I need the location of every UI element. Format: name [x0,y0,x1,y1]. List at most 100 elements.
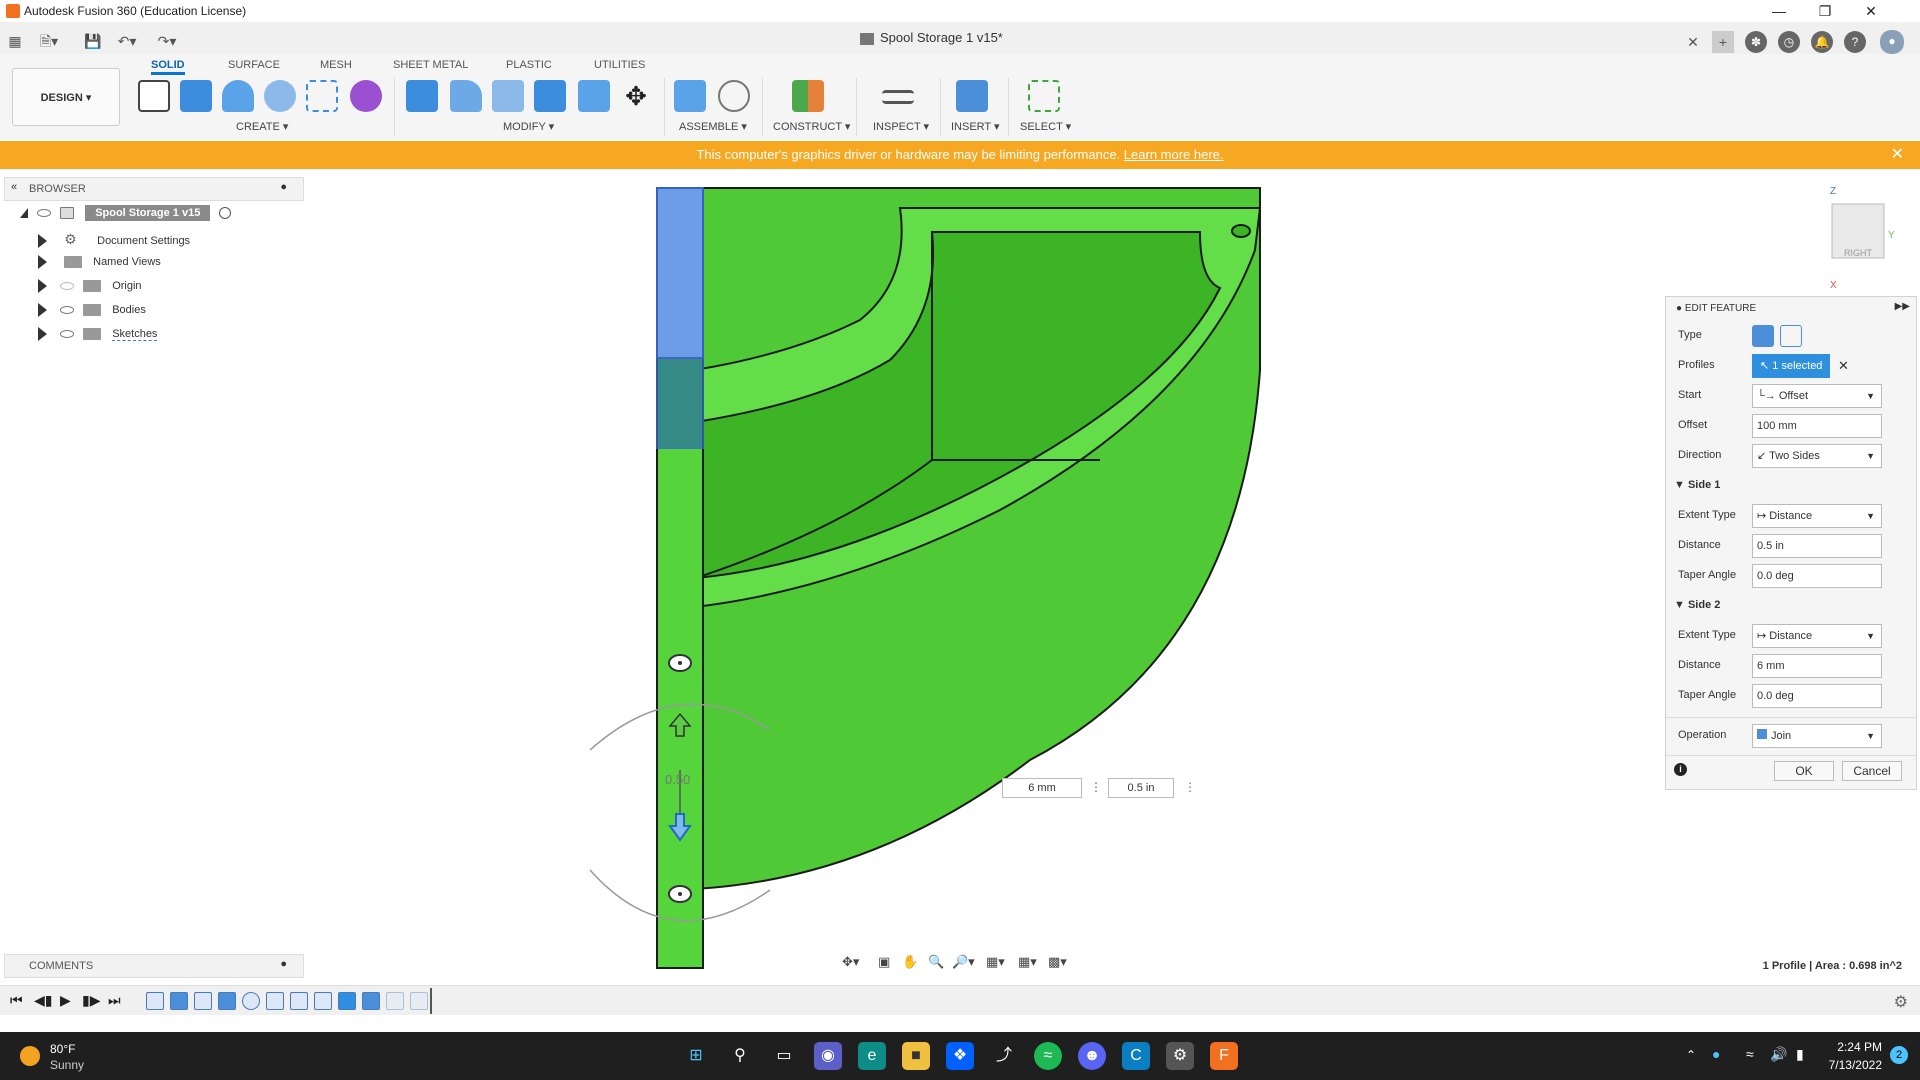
side1-extent-select[interactable]: ↦ Distance ▼ [1752,504,1882,528]
timeline-suppressed-feature[interactable] [410,992,428,1010]
user-avatar-icon[interactable]: ● [1880,30,1904,54]
tree-item-bodies[interactable]: Bodies [38,303,146,325]
close-window-button[interactable]: ✕ [1848,0,1894,22]
redo-icon[interactable]: ↷▾ [156,30,178,52]
tree-item-document-settings[interactable]: ⚙ Document Settings [38,231,190,253]
notification-badge[interactable]: 2 [1890,1046,1908,1064]
timeline-settings-gear-icon[interactable]: ⚙ [1894,992,1908,1012]
timeline-extrude-feature[interactable] [362,992,380,1010]
close-tab-icon[interactable]: ✕ [1682,31,1704,53]
tab-sheet-metal[interactable]: SHEET METAL [393,59,468,75]
fit-icon[interactable]: 🔎▾ [952,954,975,970]
learn-more-link[interactable]: Learn more here. [1124,147,1224,162]
side1-distance-input[interactable]: 0.5 in [1752,534,1882,558]
tab-surface[interactable]: SURFACE [228,59,280,75]
form-icon[interactable] [350,80,382,112]
insert-menu[interactable]: INSERT ▾ [951,120,1000,133]
expand-icon[interactable] [38,234,47,249]
weather-sun-icon[interactable] [20,1046,40,1066]
canvas-distance-input-2[interactable]: 0.5 in [1108,778,1174,798]
microphone-icon[interactable]: ● [1712,1046,1720,1062]
tab-utilities[interactable]: UTILITIES [594,59,645,75]
minimize-button[interactable]: — [1756,0,1802,22]
shell-icon[interactable] [534,80,566,112]
look-at-icon[interactable]: ▣ [878,954,890,970]
inspect-menu[interactable]: INSPECT ▾ [873,120,929,133]
timeline-suppressed-feature[interactable] [386,992,404,1010]
new-tab-icon[interactable]: + [1712,31,1734,53]
workspace-design-button[interactable]: DESIGN ▾ [12,68,120,126]
ok-button[interactable]: OK [1774,761,1834,781]
side2-extent-select[interactable]: ↦ Distance ▼ [1752,624,1882,648]
timeline-sketch-feature[interactable] [194,992,212,1010]
hole-icon[interactable] [264,80,296,112]
dropbox-icon[interactable]: ❖ [946,1042,974,1070]
profiles-selection-button[interactable]: ↖ 1 selected [1752,354,1830,378]
weather-desc[interactable]: Sunny [50,1058,84,1072]
direction-select[interactable]: ↙ Two Sides ▼ [1752,444,1882,468]
timeline-extrude-feature[interactable] [170,992,188,1010]
modify-menu[interactable]: MODIFY ▾ [503,120,554,133]
orbit-icon[interactable]: ✥▾ [842,954,859,970]
root-component-label[interactable]: Spool Storage 1 v15 [85,205,211,221]
spotify-icon[interactable]: ≈ [1034,1042,1062,1070]
viewports-icon[interactable]: ▩▾ [1048,954,1067,970]
wifi-icon[interactable]: ≈ [1746,1046,1754,1062]
side1-taper-input[interactable]: 0.0 deg [1752,564,1882,588]
info-icon[interactable]: i [1674,763,1687,776]
select-menu[interactable]: SELECT ▾ [1020,120,1071,133]
select-icon[interactable] [1028,80,1060,112]
hidden-eye-icon[interactable] [60,282,75,290]
visibility-eye-icon[interactable] [60,330,75,338]
step-forward-icon[interactable]: ▮▶ [82,992,100,1009]
visibility-eye-icon[interactable] [37,209,52,218]
file-menu-icon[interactable]: 🗎▾ [38,30,60,52]
pattern-icon[interactable] [306,80,338,112]
start-select[interactable]: └→ Offset ▼ [1752,384,1882,408]
search-icon[interactable]: ⚲ [726,1042,754,1070]
combine-icon[interactable] [578,80,610,112]
side2-distance-input[interactable]: 6 mm [1752,654,1882,678]
clear-selection-icon[interactable]: ✕ [1838,358,1849,374]
extrude-icon[interactable] [180,80,212,112]
more-options-icon[interactable]: ⋮ [1090,780,1102,794]
insert-image-icon[interactable] [956,80,988,112]
settings-gear-icon[interactable]: ⚙ [1166,1042,1194,1070]
extensions-icon[interactable]: ✽ [1745,31,1767,53]
timeline-shell-feature[interactable] [290,992,308,1010]
task-view-icon[interactable]: ▭ [770,1042,798,1070]
notifications-icon[interactable]: 🔔 [1811,31,1833,53]
close-warning-icon[interactable]: ✕ [1891,141,1904,169]
zoom-icon[interactable]: 🔍 [928,954,944,970]
timeline-active-extrude-feature[interactable] [338,992,356,1010]
chamfer-icon[interactable] [492,80,524,112]
move-copy-icon[interactable]: ✥ [620,80,652,112]
measure-icon[interactable] [882,90,914,104]
browser-options-icon[interactable]: ● [280,181,287,193]
help-icon[interactable]: ? [1844,31,1866,53]
tab-plastic[interactable]: PLASTIC [506,59,552,75]
grid-settings-icon[interactable]: ▦▾ [1018,954,1037,970]
more-options-icon[interactable]: ⋮ [1184,780,1196,794]
tab-solid[interactable]: SOLID [151,59,185,75]
timeline-sketch-feature[interactable] [314,992,332,1010]
collapse-root-icon[interactable] [20,208,28,219]
side2-taper-input[interactable]: 0.0 deg [1752,684,1882,708]
construct-menu[interactable]: CONSTRUCT ▾ [773,120,850,133]
maximize-button[interactable]: ❐ [1802,0,1848,22]
expand-icon[interactable] [38,303,47,317]
create-menu[interactable]: CREATE ▾ [236,120,288,133]
start-windows-icon[interactable]: ⊞ [682,1042,710,1070]
press-pull-icon[interactable] [406,80,438,112]
lightning-app-icon[interactable]: ⤴ [990,1042,1018,1070]
save-icon[interactable]: 💾 [82,30,104,52]
side1-section-header[interactable]: ▼ Side 1 [1674,479,1720,491]
viewcube[interactable]: RIGHT Z Y X [1820,180,1910,290]
undo-icon[interactable]: ↶▾ [116,30,138,52]
tree-item-origin[interactable]: Origin [38,279,142,301]
cricut-icon[interactable]: C [1122,1042,1150,1070]
assemble-menu[interactable]: ASSEMBLE ▾ [679,120,747,133]
battery-icon[interactable]: ▮ [1796,1046,1804,1063]
expand-panel-icon[interactable]: ▶▶ [1895,301,1910,312]
go-to-end-icon[interactable]: ⏭ [108,992,121,1009]
